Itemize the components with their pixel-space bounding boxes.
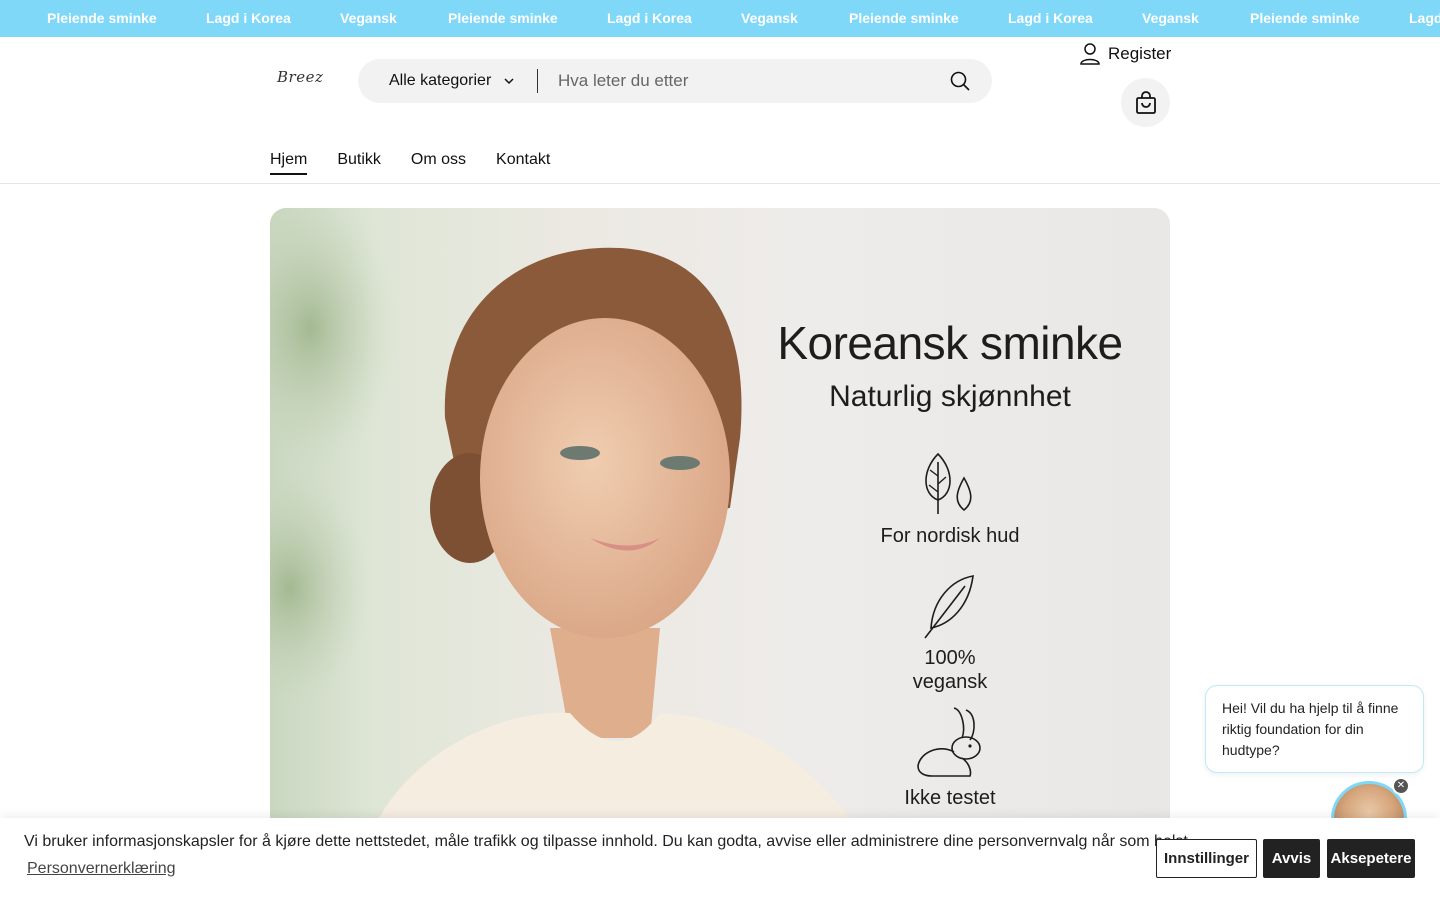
feather-icon [924,575,974,639]
main-nav: Hjem Butikk Om oss Kontakt [270,151,580,175]
announcement-item: Lagd i Korea [206,10,291,26]
announcement-item: Lagd i Korea [1008,10,1093,26]
shopping-bag-icon [1135,90,1156,114]
nav-item-kontakt[interactable]: Kontakt [496,151,550,175]
announcement-item: Lagd i Korea [1409,10,1440,26]
hero-subtitle: Naturlig skjønnhet [829,380,1071,413]
chevron-down-icon [504,78,514,85]
announcement-item: Vegansk [741,10,798,26]
announcement-item: Pleiende sminke [47,10,157,26]
nav-item-hjem[interactable]: Hjem [270,151,308,175]
logo[interactable]: Breez [277,68,323,86]
search-icon[interactable] [950,71,970,91]
announcement-bar: Pleiende sminke Lagd i Korea Vegansk Pleien… [0,0,1440,37]
user-icon [1080,43,1100,65]
chat-bubble[interactable]: Hei! Vil du ha hjelp til å finne riktig … [1205,685,1424,773]
feature-label: 100% vegansk [912,647,988,693]
feature-label: Ikke testet [904,787,996,809]
feature-nordic-skin: For nordisk hud [750,450,1150,548]
nav-item-butikk[interactable]: Butikk [337,151,381,175]
register-label: Register [1108,44,1172,63]
hero-title: Koreansk sminke [777,317,1123,369]
rabbit-icon [917,707,981,777]
search-bar: Alle kategorier [358,59,992,103]
cart-button[interactable] [1121,78,1170,127]
search-divider [537,69,538,93]
search-input[interactable] [548,59,928,103]
cookie-settings-button[interactable]: Innstillinger [1156,839,1257,878]
category-select[interactable]: Alle kategorier [389,59,515,103]
hero-banner[interactable]: Koreansk sminke Naturlig skjønnhet For n… [270,208,1170,868]
close-icon[interactable]: ✕ [1392,777,1410,795]
announcement-item: Lagd i Korea [607,10,692,26]
feature-label: For nordisk hud [880,525,1020,547]
cookie-text: Vi bruker informasjonskapsler for å kjør… [24,833,1193,850]
announcement-item: Vegansk [1142,10,1199,26]
feature-vegan: 100% vegansk [750,572,1150,694]
announcement-item: Pleiende sminke [849,10,959,26]
register-link[interactable]: Register [1080,43,1171,65]
tree-drop-icon [925,452,972,514]
nav-item-om-oss[interactable]: Om oss [411,151,466,175]
announcement-item: Pleiende sminke [1250,10,1360,26]
privacy-policy-link[interactable]: Personvernerklæring [27,860,176,878]
category-select-label: Alle kategorier [389,72,492,89]
site-header: Breez Alle kategorier Register Hjem Buti… [0,37,1440,184]
cookie-accept-button[interactable]: Aksepetere [1327,839,1415,878]
cookie-reject-button[interactable]: Avvis [1263,839,1320,878]
announcement-item: Pleiende sminke [448,10,558,26]
cookie-banner: Vi bruker informasjonskapsler for å kjør… [0,818,1440,900]
feature-not-tested: Ikke testet [750,704,1150,810]
announcement-item: Vegansk [340,10,397,26]
